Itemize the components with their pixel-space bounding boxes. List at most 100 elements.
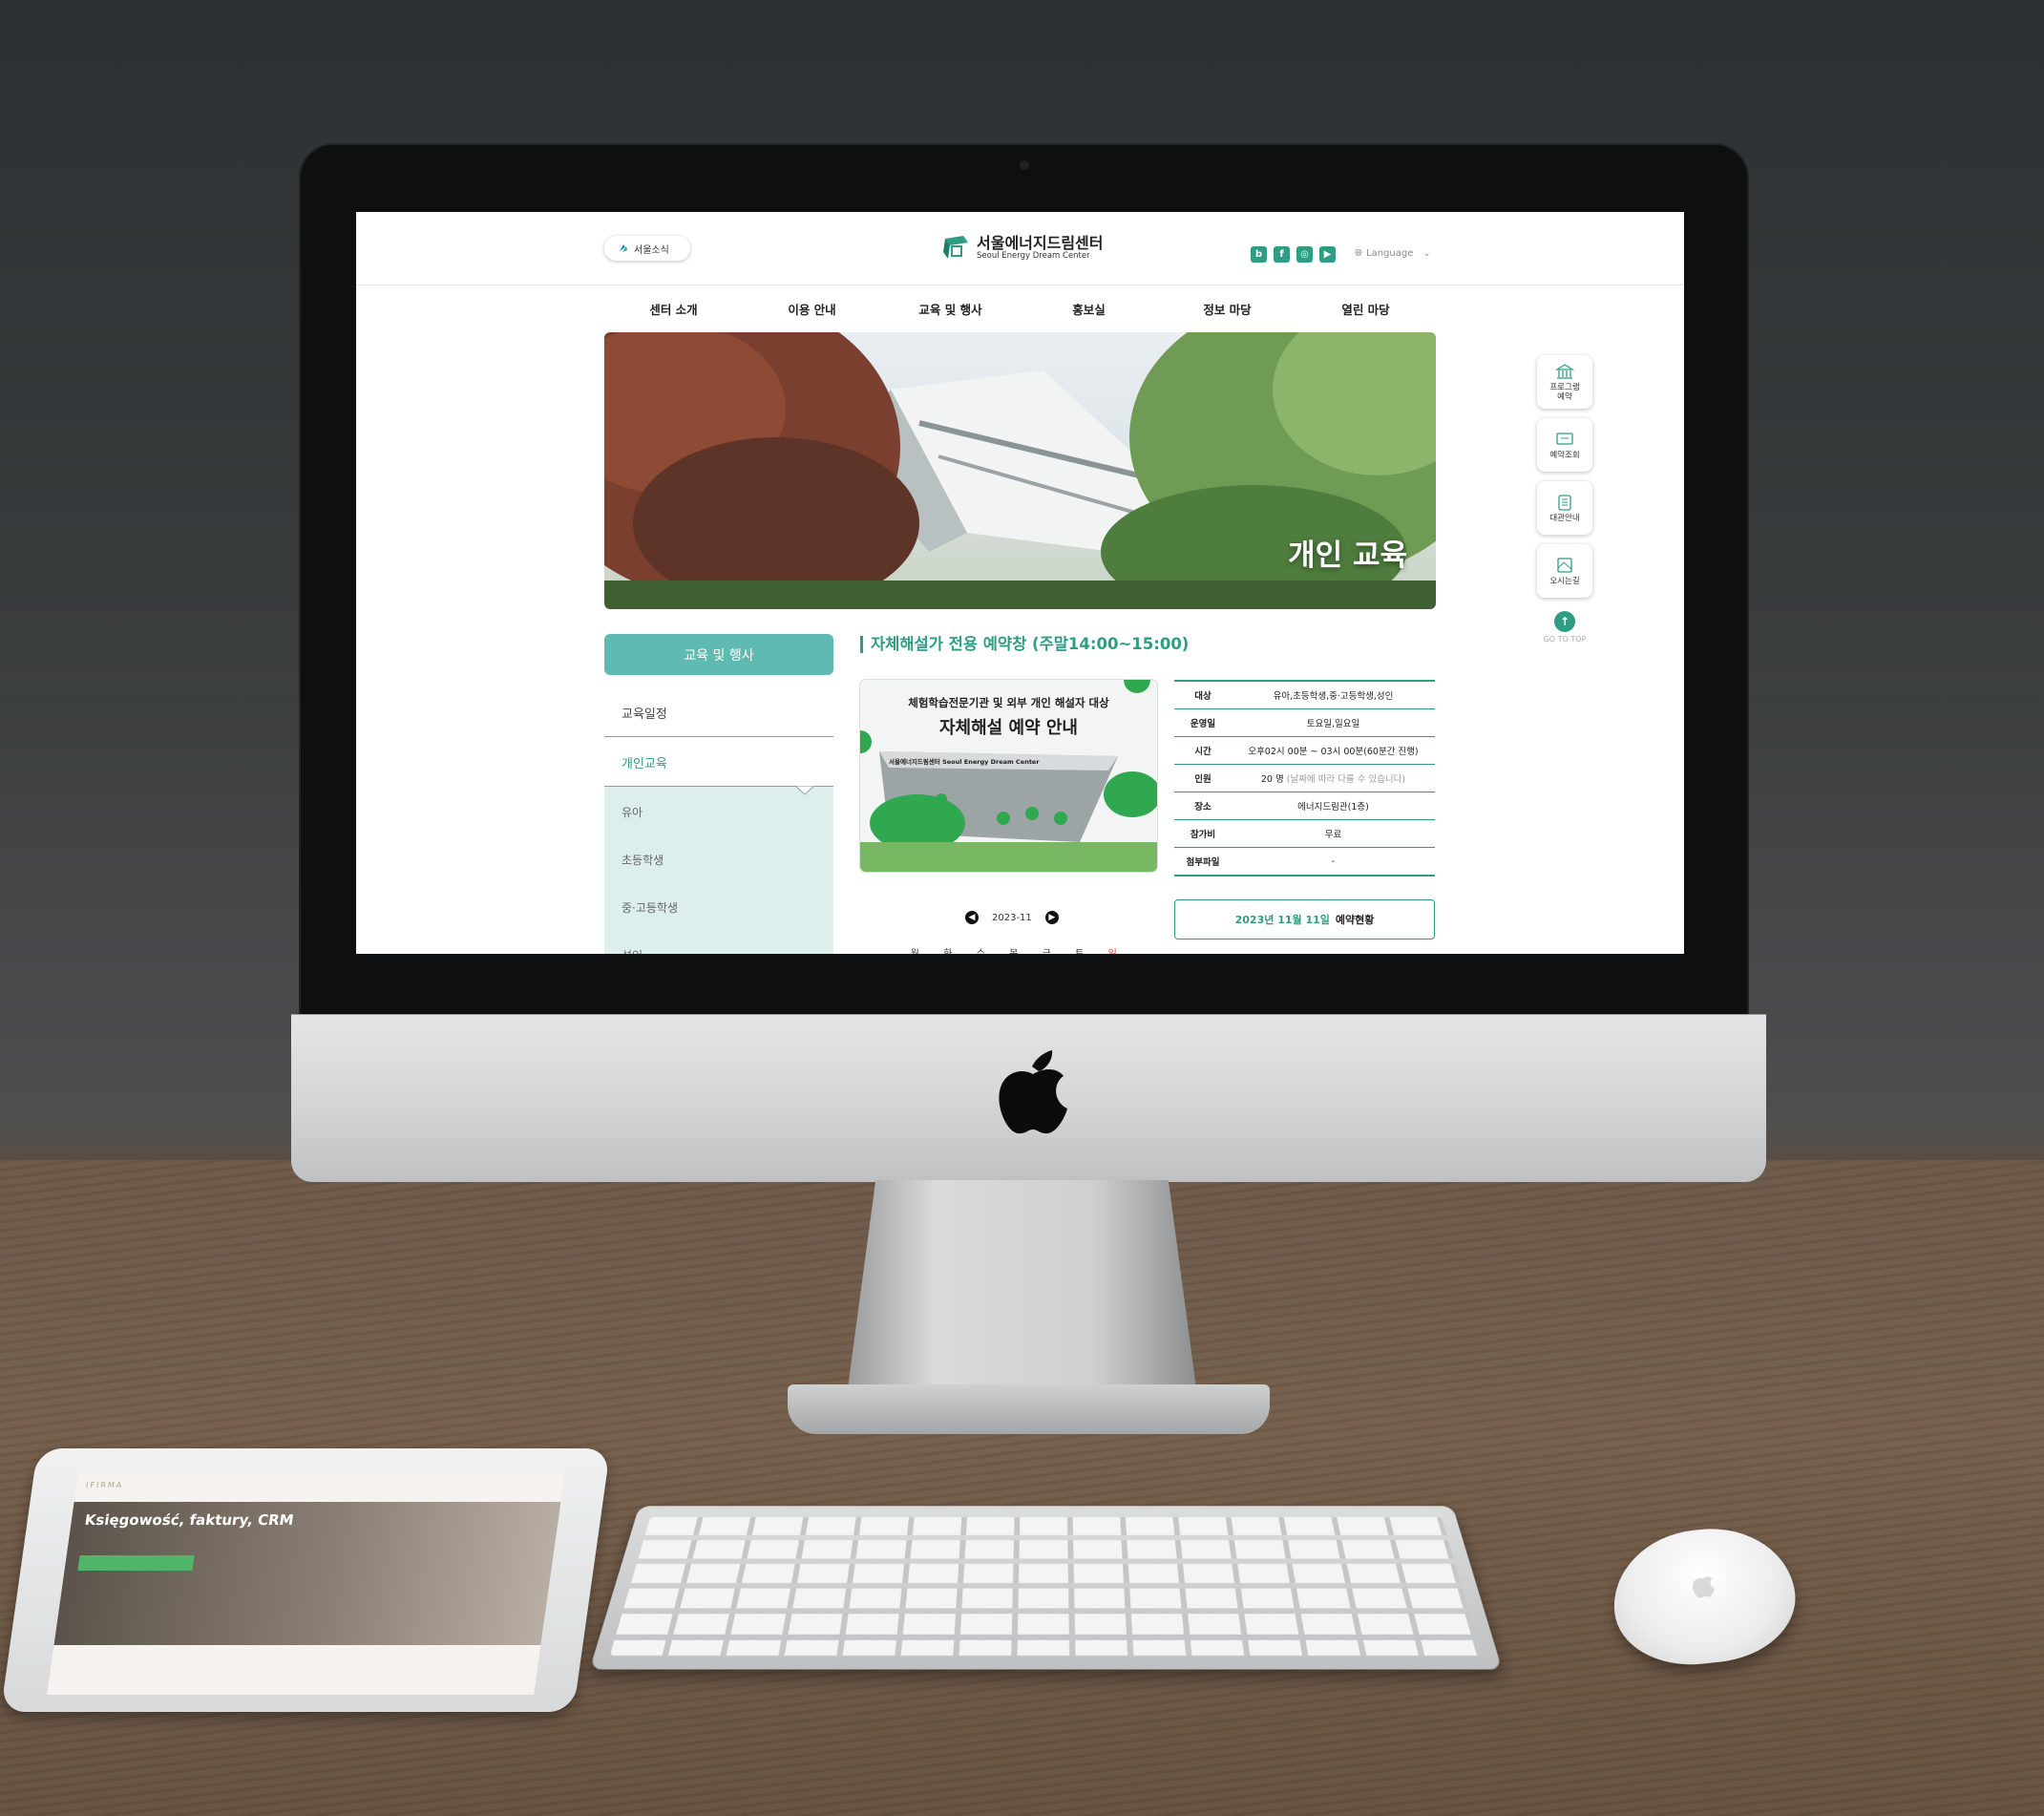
quick-rental-guide[interactable]: 대관안내 xyxy=(1537,481,1592,535)
calendar-icon xyxy=(1558,494,1571,511)
ipad-device: IFIRMA Księgowość, faktury, CRM xyxy=(0,1448,611,1712)
info-label: 대상 xyxy=(1194,691,1212,702)
logo-korean-text: 서울에너지드림센터 xyxy=(977,233,1104,252)
calendar-navigation: ◀ 2023-11 ▶ xyxy=(965,911,1059,924)
section-title: 자체해설가 전용 예약창 (주말14:00~15:00) xyxy=(860,636,1189,653)
info-value: - xyxy=(1331,855,1336,867)
quick-reservation-lookup[interactable]: 예약조회 xyxy=(1537,418,1592,472)
weekday-label: 수 xyxy=(964,945,998,954)
instagram-icon[interactable]: ◎ xyxy=(1296,246,1313,263)
nav-item-education[interactable]: 교육 및 행사 xyxy=(881,300,1020,318)
table-row: 첨부파일 - xyxy=(1174,848,1435,875)
table-row: 운영일 토요일,일요일 xyxy=(1174,709,1435,737)
site-logo[interactable]: 서울에너지드림센터 Seoul Energy Dream Center xyxy=(942,233,1103,262)
program-info-table: 대상 유아,초등학생,중·고등학생,성인 운영일 토요일,일요일 시간 오후02시 0… xyxy=(1174,680,1435,876)
submenu-item-adult[interactable]: 성인 xyxy=(622,947,643,954)
table-row: 인원 20 명 (날짜에 따라 다를 수 있습니다) xyxy=(1174,765,1435,792)
ipad-hero: Księgowość, faktury, CRM xyxy=(53,1502,561,1645)
youtube-icon[interactable]: ▶ xyxy=(1319,246,1336,263)
ipad-screen: IFIRMA Księgowość, faktury, CRM xyxy=(47,1473,565,1695)
quick-menu-label: 프로그램 예약 xyxy=(1549,382,1580,402)
lnb-submenu: 유아 초등학생 중·고등학생 성인 xyxy=(604,786,833,954)
keyboard xyxy=(589,1506,1503,1670)
energy-dream-logo-icon xyxy=(943,236,968,259)
quick-menu-label: 예약조회 xyxy=(1549,450,1580,460)
banner-title: 개인 교육 xyxy=(1288,538,1407,573)
info-value: 토요일,일요일 xyxy=(1306,719,1360,729)
apple-logo-icon xyxy=(999,1050,1067,1134)
seoul-logo-icon xyxy=(620,244,627,252)
quick-program-reservation[interactable]: 프로그램 예약 xyxy=(1537,355,1592,409)
social-links: b f ◎ ▶ xyxy=(1251,246,1336,263)
facebook-icon[interactable]: f xyxy=(1274,246,1290,263)
nav-item-open-forum[interactable]: 열린 마당 xyxy=(1296,300,1435,318)
ipad-hero-title: Księgowość, faktury, CRM xyxy=(83,1511,295,1529)
building-icon xyxy=(1555,363,1574,379)
ipad-cta-button[interactable] xyxy=(77,1555,195,1571)
reservation-label: 예약현황 xyxy=(1335,914,1375,926)
quick-directions[interactable]: 오시는길 xyxy=(1537,544,1592,598)
weekday-label: 목 xyxy=(998,945,1031,954)
lnb-item-label: 교육일정 xyxy=(622,707,667,722)
hero-banner: 개인 교육 xyxy=(604,332,1436,609)
info-value: 무료 xyxy=(1324,830,1342,840)
lnb-item-schedule[interactable]: 교육일정 xyxy=(604,689,833,737)
info-label: 참가비 xyxy=(1190,830,1216,840)
apple-logo-icon xyxy=(1692,1576,1715,1598)
reservation-date: 2023년 11월 11일 xyxy=(1234,914,1330,926)
main-navigation: 센터 소개 이용 안내 교육 및 행사 홍보실 정보 마당 열린 마당 xyxy=(604,300,1435,318)
info-label: 인원 xyxy=(1194,774,1212,785)
calendar-weekdays: 월 화 수 목 금 토 일 xyxy=(898,945,1129,954)
prev-month-icon[interactable]: ◀ xyxy=(965,911,979,924)
weekday-label: 화 xyxy=(932,945,965,954)
submenu-pointer xyxy=(795,786,814,795)
calendar-month: 2023-11 xyxy=(992,912,1032,923)
language-label: Language xyxy=(1366,248,1414,259)
imac-stand-base xyxy=(788,1384,1270,1434)
nav-item-info[interactable]: 정보 마당 xyxy=(1158,300,1296,318)
weekday-label: 일 xyxy=(1096,945,1129,954)
poster-illustration xyxy=(860,680,1157,872)
info-label: 장소 xyxy=(1194,802,1212,813)
info-value: 에너지드림관(1층) xyxy=(1297,802,1369,813)
info-value: 20 명 (날짜에 따라 다를 수 있습니다) xyxy=(1232,771,1435,785)
quick-menu-label: 대관안내 xyxy=(1549,513,1580,523)
table-row: 대상 유아,초등학생,중·고등학생,성인 xyxy=(1174,682,1435,709)
lnb-item-personal-education[interactable]: 개인교육 xyxy=(604,739,833,787)
weekday-label: 월 xyxy=(898,945,932,954)
info-label: 운영일 xyxy=(1190,719,1216,729)
globe-icon: 🌐︎ xyxy=(1355,248,1362,259)
weekday-label: 금 xyxy=(1030,945,1064,954)
arrow-up-icon: ↑ xyxy=(1554,611,1575,632)
lnb-header[interactable]: 교육 및 행사 xyxy=(604,634,833,675)
keyboard-keys xyxy=(609,1517,1483,1657)
table-row: 참가비 무료 xyxy=(1174,820,1435,848)
info-value: 오후02시 00분 ~ 03시 00분(60분간 진행) xyxy=(1248,747,1419,757)
nav-item-center-intro[interactable]: 센터 소개 xyxy=(604,300,743,318)
logo-english-text: Seoul Energy Dream Center xyxy=(977,250,1090,261)
weekday-label: 토 xyxy=(1064,945,1097,954)
monitor-icon xyxy=(1556,432,1573,445)
reservation-poster: 체험학습전문기관 및 외부 개인 해설자 대상 자체해설 예약 안내 서울에너지… xyxy=(860,680,1157,872)
blog-icon[interactable]: b xyxy=(1251,246,1267,263)
nav-item-pr[interactable]: 홍보실 xyxy=(1020,300,1158,318)
camera-icon xyxy=(1020,160,1029,170)
nav-item-usage-guide[interactable]: 이용 안내 xyxy=(743,300,881,318)
imac-stand xyxy=(848,1180,1196,1388)
submenu-item-elementary[interactable]: 초등학생 xyxy=(622,852,664,868)
submenu-item-toddler[interactable]: 유아 xyxy=(622,804,643,820)
info-label: 시간 xyxy=(1194,747,1212,757)
seoul-news-button[interactable]: 서울소식 xyxy=(604,236,690,261)
seoul-news-label: 서울소식 xyxy=(634,244,669,256)
info-value-main: 20 명 xyxy=(1260,774,1284,785)
info-label: 첨부파일 xyxy=(1186,857,1220,868)
imac-screen: 서울소식 서울에너지드림센터 Seoul Energy Dream Center… xyxy=(356,212,1684,954)
lnb-item-label: 개인교육 xyxy=(622,757,667,771)
info-value-note: (날짜에 따라 다를 수 있습니다) xyxy=(1286,774,1406,785)
submenu-item-secondary[interactable]: 중·고등학생 xyxy=(622,899,678,916)
go-to-top-button[interactable]: ↑ GO TO TOP xyxy=(1541,611,1589,644)
table-row: 시간 오후02시 00분 ~ 03시 00분(60분간 진행) xyxy=(1174,737,1435,765)
language-select[interactable]: 🌐︎ Language ⌄ xyxy=(1355,248,1431,259)
reservation-status-button[interactable]: 2023년 11월 11일 예약현황 xyxy=(1174,899,1435,940)
next-month-icon[interactable]: ▶ xyxy=(1044,911,1059,924)
